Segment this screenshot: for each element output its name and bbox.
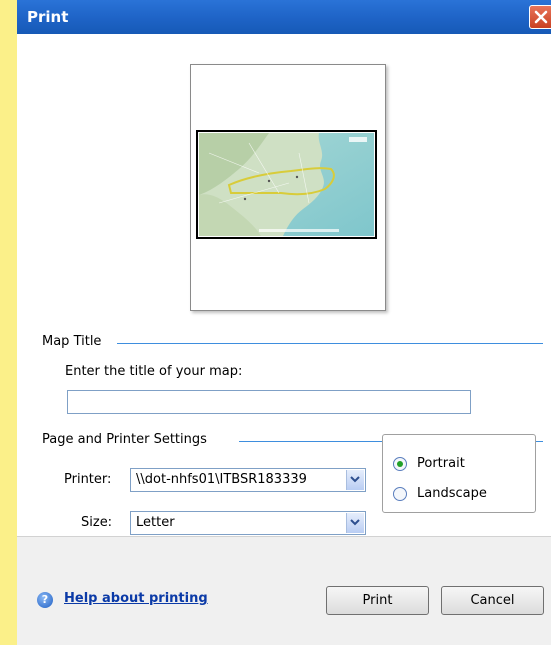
dialog-title: Print xyxy=(27,8,69,26)
print-button[interactable]: Print xyxy=(326,586,429,615)
chevron-down-icon[interactable] xyxy=(346,470,364,490)
chevron-down-icon[interactable] xyxy=(346,513,364,533)
size-select-value: Letter xyxy=(136,515,175,530)
orientation-group: Portrait Landscape xyxy=(382,434,536,513)
landscape-radio[interactable] xyxy=(393,487,407,501)
cancel-button[interactable]: Cancel xyxy=(441,586,544,615)
landscape-label: Landscape xyxy=(417,486,487,501)
size-select[interactable]: Letter xyxy=(130,511,366,535)
close-icon xyxy=(534,10,548,24)
title-bar: Print xyxy=(17,0,551,34)
map-preview-frame xyxy=(196,130,377,239)
map-title-input[interactable] xyxy=(67,390,471,414)
page-preview xyxy=(190,64,386,311)
map-title-divider xyxy=(117,343,543,344)
map-title-prompt: Enter the title of your map: xyxy=(65,364,243,379)
map-title-legend: Map Title xyxy=(42,334,102,349)
size-label: Size: xyxy=(81,515,113,530)
close-button[interactable] xyxy=(529,5,551,29)
dialog-footer: ? Help about printing Print Cancel xyxy=(17,537,551,645)
portrait-label: Portrait xyxy=(417,456,465,471)
print-dialog: Print Map Title Enter the title of your … xyxy=(17,0,551,645)
printer-settings-legend: Page and Printer Settings xyxy=(42,432,207,447)
printer-label: Printer: xyxy=(64,472,112,487)
map-thumbnail-image xyxy=(199,133,374,236)
help-icon[interactable]: ? xyxy=(37,592,53,608)
radio-selected-dot xyxy=(397,461,403,467)
dialog-body: Map Title Enter the title of your map: P… xyxy=(17,34,551,536)
portrait-radio[interactable] xyxy=(393,457,407,471)
help-link[interactable]: Help about printing xyxy=(64,591,208,606)
printer-select-value: \\dot-nhfs01\ITBSR183339 xyxy=(136,472,307,487)
printer-select[interactable]: \\dot-nhfs01\ITBSR183339 xyxy=(130,468,366,492)
